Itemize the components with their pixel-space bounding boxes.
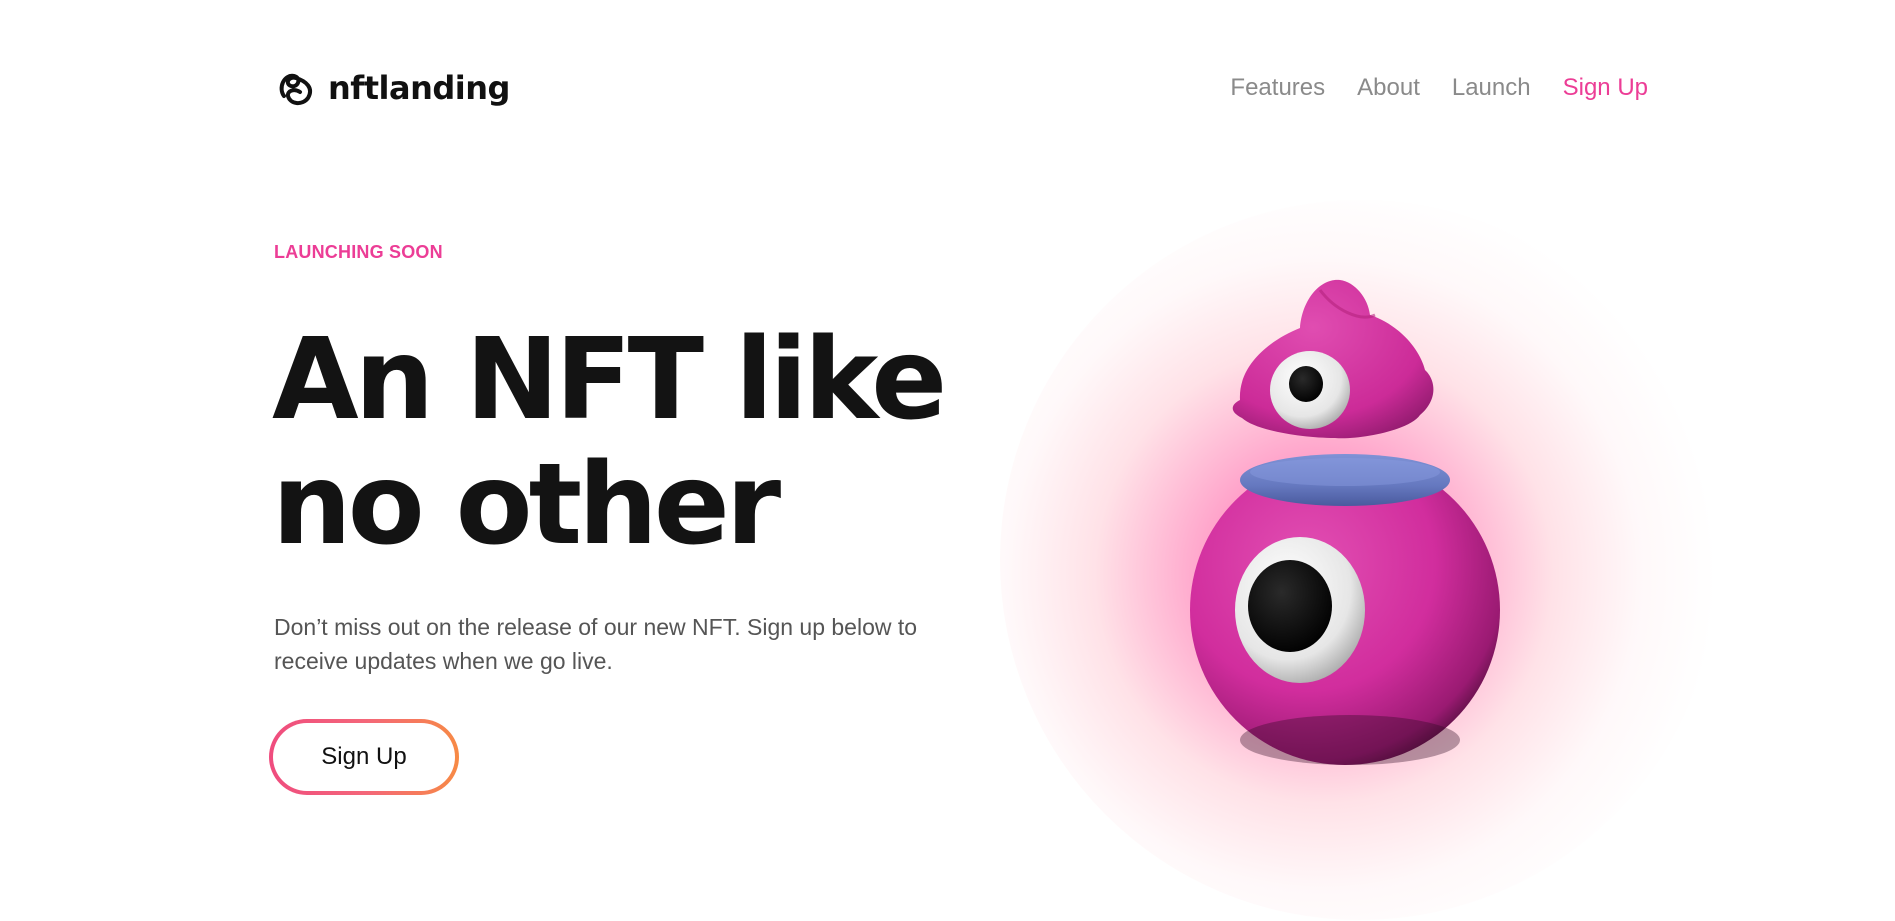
landing-page: nftlanding Features About Launch Sign Up… <box>0 0 1895 921</box>
sign-up-button[interactable]: Sign Up <box>273 723 455 791</box>
nav-link-sign-up[interactable]: Sign Up <box>1563 74 1648 102</box>
brand-name: nftlanding <box>328 69 510 107</box>
pink-one-eyed-creature-illustration <box>1190 279 1500 765</box>
sign-up-button-border[interactable]: Sign Up <box>269 719 459 795</box>
brand-logo-link[interactable]: nftlanding <box>274 64 510 112</box>
logo-swirl-icon <box>279 73 313 105</box>
main-nav: Features About Launch Sign Up <box>1230 64 1648 112</box>
nav-link-about[interactable]: About <box>1357 74 1420 102</box>
hero-description: Don’t miss out on the release of our new… <box>274 614 918 674</box>
site-header: nftlanding Features About Launch Sign Up <box>274 64 1648 112</box>
launching-soon-eyebrow: LAUNCHING SOON <box>274 242 443 262</box>
nav-link-features[interactable]: Features <box>1230 74 1325 102</box>
headline-line-2: no other <box>272 440 781 570</box>
headline-line-1: An NFT like <box>272 315 947 445</box>
nav-link-launch[interactable]: Launch <box>1452 74 1531 102</box>
hero-headline: An NFT like no other <box>272 318 992 568</box>
